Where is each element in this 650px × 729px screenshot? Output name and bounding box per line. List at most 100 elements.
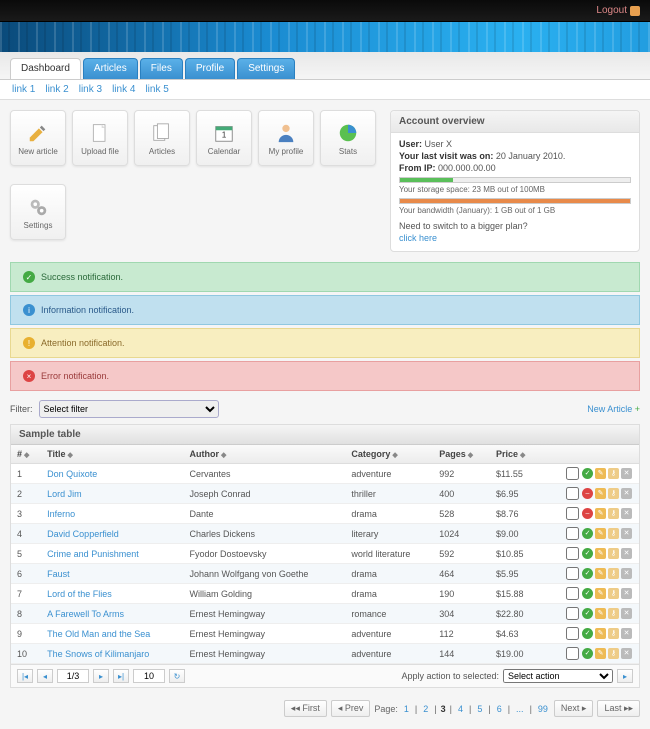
col-header[interactable]: #◆ [11,445,41,464]
approve-icon[interactable]: ✓ [582,588,593,599]
reject-icon[interactable]: – [582,488,593,499]
key-icon[interactable]: ⚷ [608,628,619,639]
last-page-btn[interactable]: ▸| [113,669,129,683]
tab-files[interactable]: Files [140,58,183,79]
tile-upload-file[interactable]: Upload file [72,110,128,166]
delete-icon[interactable]: ✕ [621,628,632,639]
pager-prev[interactable]: ◂ Prev [331,700,371,717]
row-checkbox[interactable] [566,527,579,540]
pager-page[interactable]: 2 [421,704,430,714]
row-title-link[interactable]: Lord Jim [47,489,82,499]
tile-calendar[interactable]: 1Calendar [196,110,252,166]
pager-page[interactable]: 1 [402,704,411,714]
approve-icon[interactable]: ✓ [582,468,593,479]
row-title-link[interactable]: Crime and Punishment [47,549,139,559]
row-checkbox[interactable] [566,647,579,660]
tile-articles[interactable]: Articles [134,110,190,166]
row-checkbox[interactable] [566,627,579,640]
row-checkbox[interactable] [566,587,579,600]
delete-icon[interactable]: ✕ [621,548,632,559]
reject-icon[interactable]: – [582,508,593,519]
col-header[interactable]: Category◆ [345,445,433,464]
key-icon[interactable]: ⚷ [608,508,619,519]
pager-page[interactable]: 5 [475,704,484,714]
key-icon[interactable]: ⚷ [608,648,619,659]
sublink-5[interactable]: link 5 [145,84,168,95]
approve-icon[interactable]: ✓ [582,528,593,539]
tab-profile[interactable]: Profile [185,58,235,79]
row-title-link[interactable]: Inferno [47,509,75,519]
approve-icon[interactable]: ✓ [582,608,593,619]
row-title-link[interactable]: Don Quixote [47,469,97,479]
col-header[interactable]: Author◆ [183,445,345,464]
delete-icon[interactable]: ✕ [621,528,632,539]
pager-page[interactable]: ... [514,704,526,714]
key-icon[interactable]: ⚷ [608,528,619,539]
pager-first[interactable]: ◂◂ First [284,700,327,717]
new-article-link[interactable]: New Article + [587,404,640,414]
page-input[interactable] [57,669,89,683]
row-title-link[interactable]: The Old Man and the Sea [47,629,150,639]
key-icon[interactable]: ⚷ [608,608,619,619]
key-icon[interactable]: ⚷ [608,588,619,599]
col-header[interactable]: Price◆ [490,445,541,464]
col-header[interactable]: Pages◆ [433,445,490,464]
tile-my-profile[interactable]: My profile [258,110,314,166]
row-checkbox[interactable] [566,547,579,560]
edit-icon[interactable]: ✎ [595,508,606,519]
delete-icon[interactable]: ✕ [621,588,632,599]
sublink-3[interactable]: link 3 [79,84,102,95]
pager-page[interactable]: 6 [495,704,504,714]
delete-icon[interactable]: ✕ [621,488,632,499]
edit-icon[interactable]: ✎ [595,548,606,559]
row-checkbox[interactable] [566,487,579,500]
row-title-link[interactable]: Lord of the Flies [47,589,112,599]
edit-icon[interactable]: ✎ [595,628,606,639]
row-checkbox[interactable] [566,567,579,580]
perpage-input[interactable] [133,669,165,683]
tile-new-article[interactable]: New article [10,110,66,166]
edit-icon[interactable]: ✎ [595,528,606,539]
row-title-link[interactable]: A Farewell To Arms [47,609,124,619]
sublink-2[interactable]: link 2 [45,84,68,95]
edit-icon[interactable]: ✎ [595,488,606,499]
delete-icon[interactable]: ✕ [621,608,632,619]
bulk-action-select[interactable]: Select action [503,669,613,683]
pager-next[interactable]: Next ▸ [554,700,594,717]
switch-plan-link[interactable]: click here [399,233,437,243]
tab-articles[interactable]: Articles [83,58,138,79]
refresh-btn[interactable]: ↻ [169,669,185,683]
next-page-btn[interactable]: ▸ [93,669,109,683]
row-checkbox[interactable] [566,467,579,480]
edit-icon[interactable]: ✎ [595,648,606,659]
delete-icon[interactable]: ✕ [621,468,632,479]
col-header[interactable] [541,445,639,464]
edit-icon[interactable]: ✎ [595,588,606,599]
row-title-link[interactable]: David Copperfield [47,529,119,539]
tile-settings[interactable]: Settings [10,184,66,240]
logout-link[interactable]: Logout [596,5,640,16]
tab-settings[interactable]: Settings [237,58,295,79]
edit-icon[interactable]: ✎ [595,608,606,619]
row-title-link[interactable]: The Snows of Kilimanjaro [47,649,149,659]
filter-select[interactable]: Select filter [39,400,219,418]
row-title-link[interactable]: Faust [47,569,70,579]
key-icon[interactable]: ⚷ [608,468,619,479]
approve-icon[interactable]: ✓ [582,548,593,559]
tile-stats[interactable]: Stats [320,110,376,166]
delete-icon[interactable]: ✕ [621,648,632,659]
pager-last[interactable]: Last ▸▸ [597,700,640,717]
apply-action-btn[interactable]: ▸ [617,669,633,683]
approve-icon[interactable]: ✓ [582,628,593,639]
tab-dashboard[interactable]: Dashboard [10,58,81,79]
approve-icon[interactable]: ✓ [582,648,593,659]
col-header[interactable]: Title◆ [41,445,183,464]
pager-page[interactable]: 99 [536,704,550,714]
sublink-1[interactable]: link 1 [12,84,35,95]
row-checkbox[interactable] [566,607,579,620]
prev-page-btn[interactable]: ◂ [37,669,53,683]
pager-page[interactable]: 4 [456,704,465,714]
key-icon[interactable]: ⚷ [608,488,619,499]
delete-icon[interactable]: ✕ [621,508,632,519]
sublink-4[interactable]: link 4 [112,84,135,95]
